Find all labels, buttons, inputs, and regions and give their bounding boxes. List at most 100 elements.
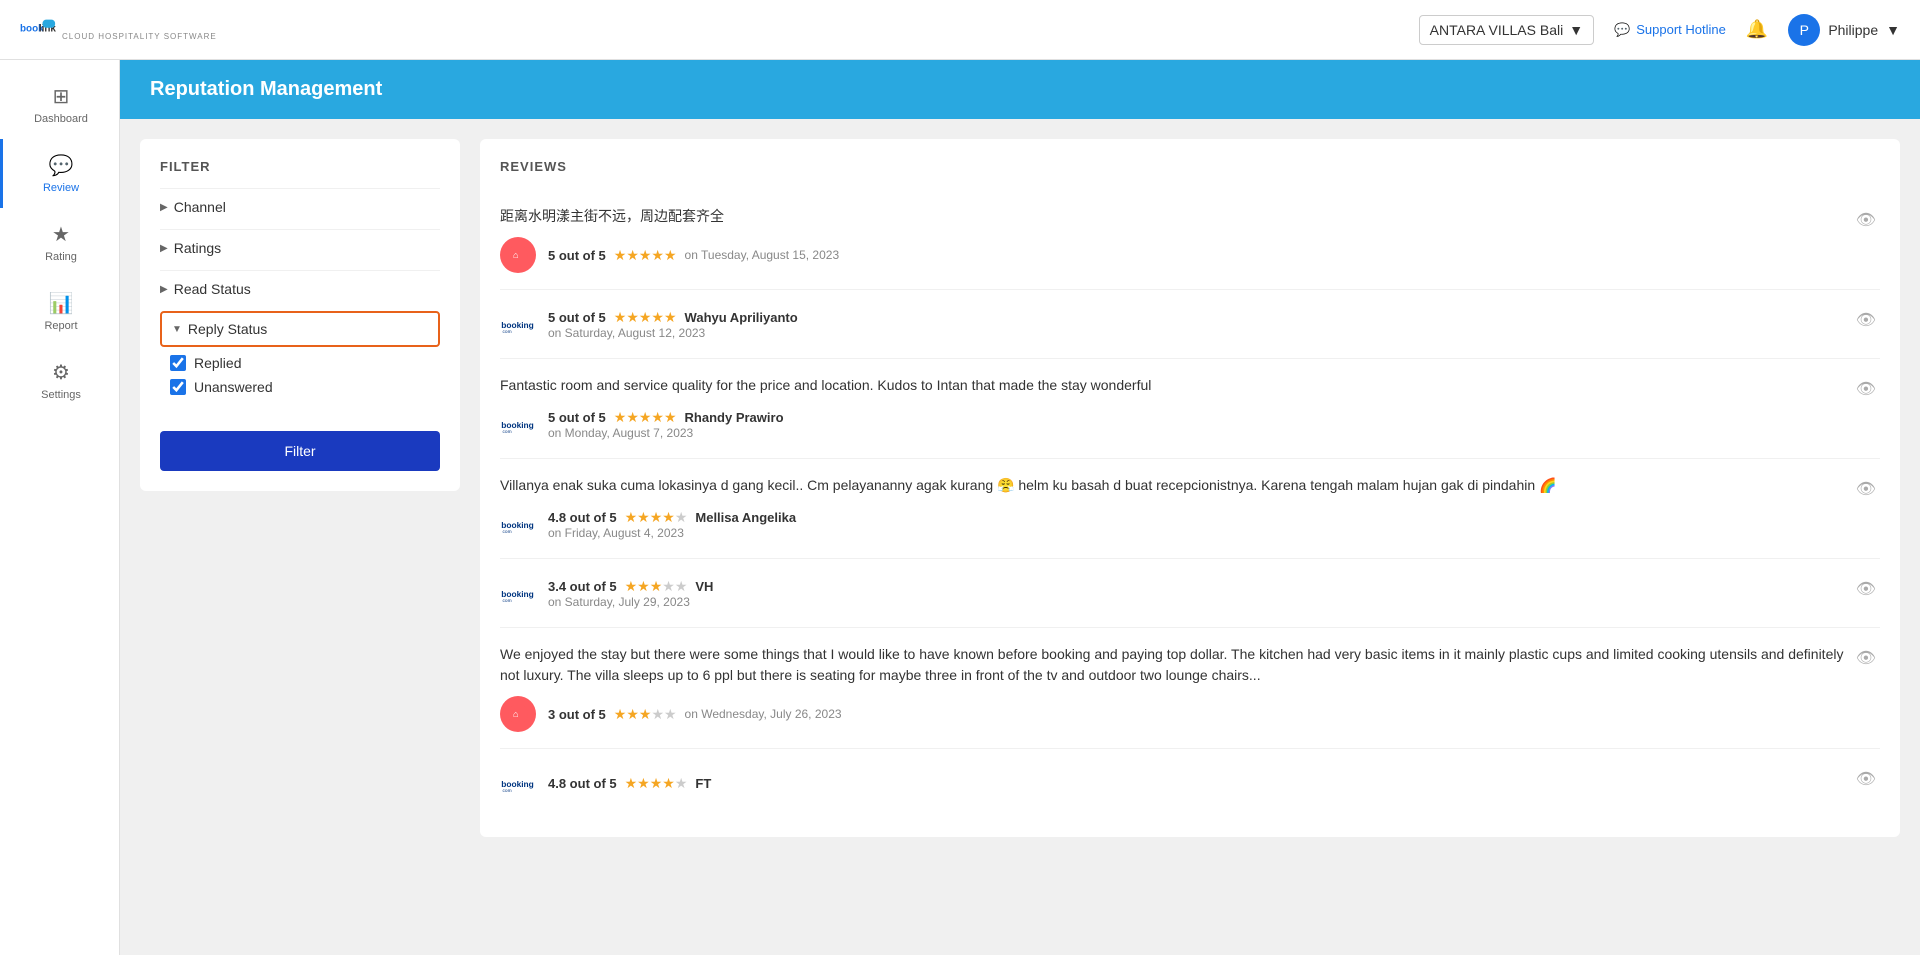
- review-date: on Saturday, August 12, 2023: [548, 326, 1852, 340]
- sidebar: ⊞ Dashboard 💬 Review ★ Rating 📊 Report ⚙…: [0, 60, 120, 955]
- review-stars: ★★★★★: [625, 509, 688, 526]
- user-name: Philippe: [1828, 22, 1878, 38]
- review-item: booking .com 4.8 out of 5 ★★★★★ FT: [500, 749, 1880, 817]
- review-score: 3.4 out of 5: [548, 579, 617, 594]
- support-hotline-label: Support Hotline: [1636, 22, 1726, 37]
- replied-checkbox[interactable]: [170, 355, 186, 371]
- page-content: Reputation Management FILTER ▶ Channel ▶…: [120, 60, 1920, 857]
- review-score-line: 3.4 out of 5 ★★★★★ VH: [548, 578, 1852, 595]
- review-text: Villanya enak suka cuma lokasinya d gang…: [500, 475, 1852, 496]
- reply-status-options: Replied Unanswered: [160, 347, 440, 411]
- sidebar-item-rating[interactable]: ★ Rating: [0, 208, 119, 277]
- unanswered-checkbox[interactable]: [170, 379, 186, 395]
- review-meta: booking .com 4.8 out of 5 ★★★★★ FT: [500, 765, 1852, 801]
- replied-checkbox-item: Replied: [170, 355, 440, 371]
- review-stars: ★★★★★: [625, 578, 688, 595]
- notification-bell-icon[interactable]: 🔔: [1746, 19, 1768, 40]
- review-score-line: 4.8 out of 5 ★★★★★ FT: [548, 775, 1852, 792]
- view-review-icon[interactable]: 👁: [1852, 306, 1880, 334]
- review-date: on Tuesday, August 15, 2023: [685, 248, 840, 262]
- filter-channel-section: ▶ Channel: [160, 188, 440, 225]
- review-stars: ★★★★★: [614, 309, 677, 326]
- filter-channel-label: Channel: [174, 199, 226, 215]
- review-info: 5 out of 5 ★★★★★ Wahyu Apriliyanto on Sa…: [548, 309, 1852, 340]
- review-channel-avatar: booking .com: [500, 765, 536, 801]
- page-header: Reputation Management: [120, 60, 1920, 119]
- review-info: 4.8 out of 5 ★★★★★ Mellisa Angelika on F…: [548, 509, 1852, 540]
- top-nav: book link CLOUD HOSPITALITY SOFTWARE ANT…: [0, 0, 1920, 60]
- review-info: 3.4 out of 5 ★★★★★ VH on Saturday, July …: [548, 578, 1852, 609]
- review-date: on Wednesday, July 26, 2023: [685, 707, 842, 721]
- view-review-icon[interactable]: 👁: [1852, 575, 1880, 603]
- review-channel-avatar: ⌂: [500, 696, 536, 732]
- svg-text:⌂: ⌂: [513, 250, 518, 260]
- support-hotline-button[interactable]: 💬 Support Hotline: [1614, 22, 1726, 38]
- whatsapp-icon: 💬: [1614, 22, 1630, 38]
- review-author: Wahyu Apriliyanto: [685, 310, 798, 325]
- svg-text:.com: .com: [501, 530, 511, 535]
- svg-text:booking: booking: [501, 589, 534, 599]
- hotel-selector[interactable]: ANTARA VILLAS Bali ▼: [1419, 15, 1594, 45]
- filter-button[interactable]: Filter: [160, 431, 440, 471]
- rating-icon: ★: [52, 222, 70, 247]
- sidebar-item-report[interactable]: 📊 Report: [0, 277, 119, 346]
- sidebar-label-report: Report: [44, 320, 77, 332]
- filter-section-title: FILTER: [160, 159, 440, 174]
- review-channel-avatar: booking .com: [500, 306, 536, 342]
- review-icon: 💬: [49, 153, 74, 178]
- booking-logo-svg: booking .com: [500, 506, 536, 542]
- review-score-line: 4.8 out of 5 ★★★★★ Mellisa Angelika: [548, 509, 1852, 526]
- filter-panel: FILTER ▶ Channel ▶ Ratings ▶: [140, 139, 460, 491]
- svg-text:.com: .com: [501, 330, 511, 335]
- review-meta: booking .com 3.4 out of 5 ★★★★★ VH: [500, 575, 1852, 611]
- review-date: on Monday, August 7, 2023: [548, 426, 1852, 440]
- user-menu-chevron-icon: ▼: [1886, 22, 1900, 38]
- user-menu[interactable]: P Philippe ▼: [1788, 14, 1900, 46]
- review-channel-avatar: booking .com: [500, 406, 536, 442]
- view-review-icon[interactable]: 👁: [1852, 644, 1880, 672]
- review-date: on Friday, August 4, 2023: [548, 526, 1852, 540]
- sidebar-item-review[interactable]: 💬 Review: [0, 139, 119, 208]
- review-date: on Saturday, July 29, 2023: [548, 595, 1852, 609]
- filter-ratings-header[interactable]: ▶ Ratings: [160, 229, 440, 266]
- unanswered-label[interactable]: Unanswered: [194, 379, 273, 395]
- review-item: Villanya enak suka cuma lokasinya d gang…: [500, 459, 1880, 559]
- sidebar-item-settings[interactable]: ⚙ Settings: [0, 346, 119, 415]
- review-score: 4.8 out of 5: [548, 776, 617, 791]
- svg-text:.com: .com: [501, 430, 511, 435]
- hotel-dropdown-icon: ▼: [1569, 22, 1583, 38]
- filter-channel-header[interactable]: ▶ Channel: [160, 188, 440, 225]
- filter-reply-status-header[interactable]: ▼ Reply Status: [160, 311, 440, 347]
- filter-read-status-header[interactable]: ▶ Read Status: [160, 270, 440, 307]
- review-score: 5 out of 5: [548, 410, 606, 425]
- review-item: Fantastic room and service quality for t…: [500, 359, 1880, 459]
- review-text: We enjoyed the stay but there were some …: [500, 644, 1852, 686]
- read-status-arrow-icon: ▶: [160, 284, 168, 295]
- report-icon: 📊: [49, 291, 74, 316]
- review-score: 3 out of 5: [548, 707, 606, 722]
- review-row: We enjoyed the stay but there were some …: [500, 644, 1880, 732]
- svg-text:.com: .com: [501, 789, 511, 794]
- view-review-icon[interactable]: 👁: [1852, 206, 1880, 234]
- review-author: VH: [695, 579, 713, 594]
- ratings-arrow-icon: ▶: [160, 243, 168, 254]
- reviews-panel: REVIEWS 距离水明漾主街不远，周边配套齐全 ⌂: [480, 139, 1900, 837]
- view-review-icon[interactable]: 👁: [1852, 475, 1880, 503]
- review-channel-avatar: ⌂: [500, 237, 536, 273]
- review-info: 5 out of 5 ★★★★★ on Tuesday, August 15, …: [548, 247, 1852, 264]
- review-row: 距离水明漾主街不远，周边配套齐全 ⌂ 5 out of 5 ★★★★★ o: [500, 206, 1880, 273]
- replied-label[interactable]: Replied: [194, 355, 241, 371]
- booking-logo-svg: booking .com: [500, 575, 536, 611]
- view-review-icon[interactable]: 👁: [1852, 375, 1880, 403]
- review-row: booking .com 5 out of 5 ★★★★★ Wahyu Apri…: [500, 306, 1880, 342]
- sidebar-item-dashboard[interactable]: ⊞ Dashboard: [0, 70, 119, 139]
- svg-text:booking: booking: [501, 320, 534, 330]
- view-review-icon[interactable]: 👁: [1852, 765, 1880, 793]
- unanswered-checkbox-item: Unanswered: [170, 379, 440, 395]
- review-meta: ⌂ 3 out of 5 ★★★★★ on Wednesday, July 26…: [500, 696, 1852, 732]
- review-score-line: 5 out of 5 ★★★★★ Wahyu Apriliyanto: [548, 309, 1852, 326]
- svg-text:booking: booking: [501, 520, 534, 530]
- review-stars: ★★★★★: [625, 775, 688, 792]
- review-row: Villanya enak suka cuma lokasinya d gang…: [500, 475, 1880, 542]
- logo: book link CLOUD HOSPITALITY SOFTWARE: [20, 16, 217, 44]
